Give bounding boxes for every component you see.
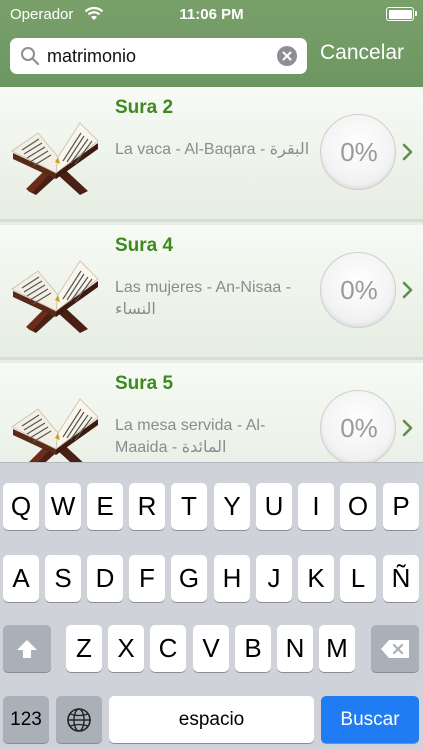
- quran-book-icon: [8, 393, 103, 462]
- key-v[interactable]: V: [193, 625, 229, 672]
- key-u[interactable]: U: [256, 483, 292, 530]
- delete-key[interactable]: [371, 625, 419, 672]
- search-input[interactable]: [47, 44, 269, 68]
- key-s[interactable]: S: [45, 555, 81, 602]
- progress-indicator: 0%: [320, 114, 396, 190]
- chevron-right-icon: [402, 143, 414, 161]
- sura-title: Sura 2: [115, 97, 174, 118]
- search-key[interactable]: Buscar: [321, 696, 419, 743]
- progress-label: 0%: [340, 137, 378, 167]
- progress-label: 0%: [340, 413, 378, 443]
- clear-search-icon[interactable]: [277, 46, 297, 66]
- status-bar: Operador 11:06 PM: [0, 0, 423, 30]
- sura-title: Sura 4: [115, 235, 174, 256]
- progress-label: 0%: [340, 275, 378, 305]
- battery-icon: [386, 7, 417, 21]
- keyboard: Q W E R T Y U I O P A S D F G H J K L Ñ …: [0, 462, 423, 750]
- key-a[interactable]: A: [3, 555, 39, 602]
- quran-book-icon: [8, 117, 103, 197]
- backspace-icon: [381, 639, 409, 658]
- key-t[interactable]: T: [171, 483, 207, 530]
- sura-subtitle: La mesa servida - Al-Maaida - المائدة: [115, 417, 266, 456]
- key-q[interactable]: Q: [3, 483, 39, 530]
- key-e[interactable]: E: [87, 483, 123, 530]
- sura-subtitle: La vaca - Al-Baqara - البقرة: [115, 141, 310, 158]
- shift-key[interactable]: [3, 625, 51, 672]
- key-i[interactable]: I: [298, 483, 334, 530]
- key-g[interactable]: G: [171, 555, 207, 602]
- key-k[interactable]: K: [298, 555, 334, 602]
- globe-icon: [67, 707, 91, 732]
- key-j[interactable]: J: [256, 555, 292, 602]
- numbers-key[interactable]: 123: [3, 696, 49, 743]
- sura-title: Sura 5: [115, 373, 174, 394]
- search-icon: [20, 46, 40, 66]
- shift-arrow-icon: [17, 639, 37, 658]
- key-z[interactable]: Z: [66, 625, 102, 672]
- key-o[interactable]: O: [340, 483, 376, 530]
- progress-indicator: 0%: [320, 390, 396, 462]
- key-h[interactable]: H: [214, 555, 250, 602]
- quran-book-icon: [8, 255, 103, 335]
- key-w[interactable]: W: [45, 483, 81, 530]
- progress-indicator: 0%: [320, 252, 396, 328]
- key-n-tilde[interactable]: Ñ: [383, 555, 419, 602]
- clock: 11:06 PM: [179, 6, 244, 23]
- key-x[interactable]: X: [108, 625, 144, 672]
- space-key[interactable]: espacio: [109, 696, 314, 743]
- key-y[interactable]: Y: [214, 483, 250, 530]
- key-p[interactable]: P: [383, 483, 419, 530]
- chevron-right-icon: [402, 419, 414, 437]
- key-m[interactable]: M: [319, 625, 355, 672]
- list-item[interactable]: Sura 4 Las mujeres - An-Nisaa - النساء 0…: [0, 225, 423, 360]
- key-b[interactable]: B: [235, 625, 271, 672]
- globe-key[interactable]: [56, 696, 102, 743]
- search-results-list: Sura 2 La vaca - Al-Baqara - البقرة 0% S…: [0, 87, 423, 462]
- key-f[interactable]: F: [129, 555, 165, 602]
- key-n[interactable]: N: [277, 625, 313, 672]
- navigation-header: Operador 11:06 PM Cancelar: [0, 0, 423, 87]
- key-d[interactable]: D: [87, 555, 123, 602]
- key-l[interactable]: L: [340, 555, 376, 602]
- chevron-right-icon: [402, 281, 414, 299]
- key-r[interactable]: R: [129, 483, 165, 530]
- search-bar[interactable]: [10, 38, 307, 74]
- list-item[interactable]: Sura 5 La mesa servida - Al-Maaida - الم…: [0, 363, 423, 462]
- list-item[interactable]: Sura 2 La vaca - Al-Baqara - البقرة 0%: [0, 87, 423, 222]
- key-c[interactable]: C: [150, 625, 186, 672]
- sura-subtitle: Las mujeres - An-Nisaa - النساء: [115, 279, 292, 318]
- cancel-button[interactable]: Cancelar: [320, 41, 404, 65]
